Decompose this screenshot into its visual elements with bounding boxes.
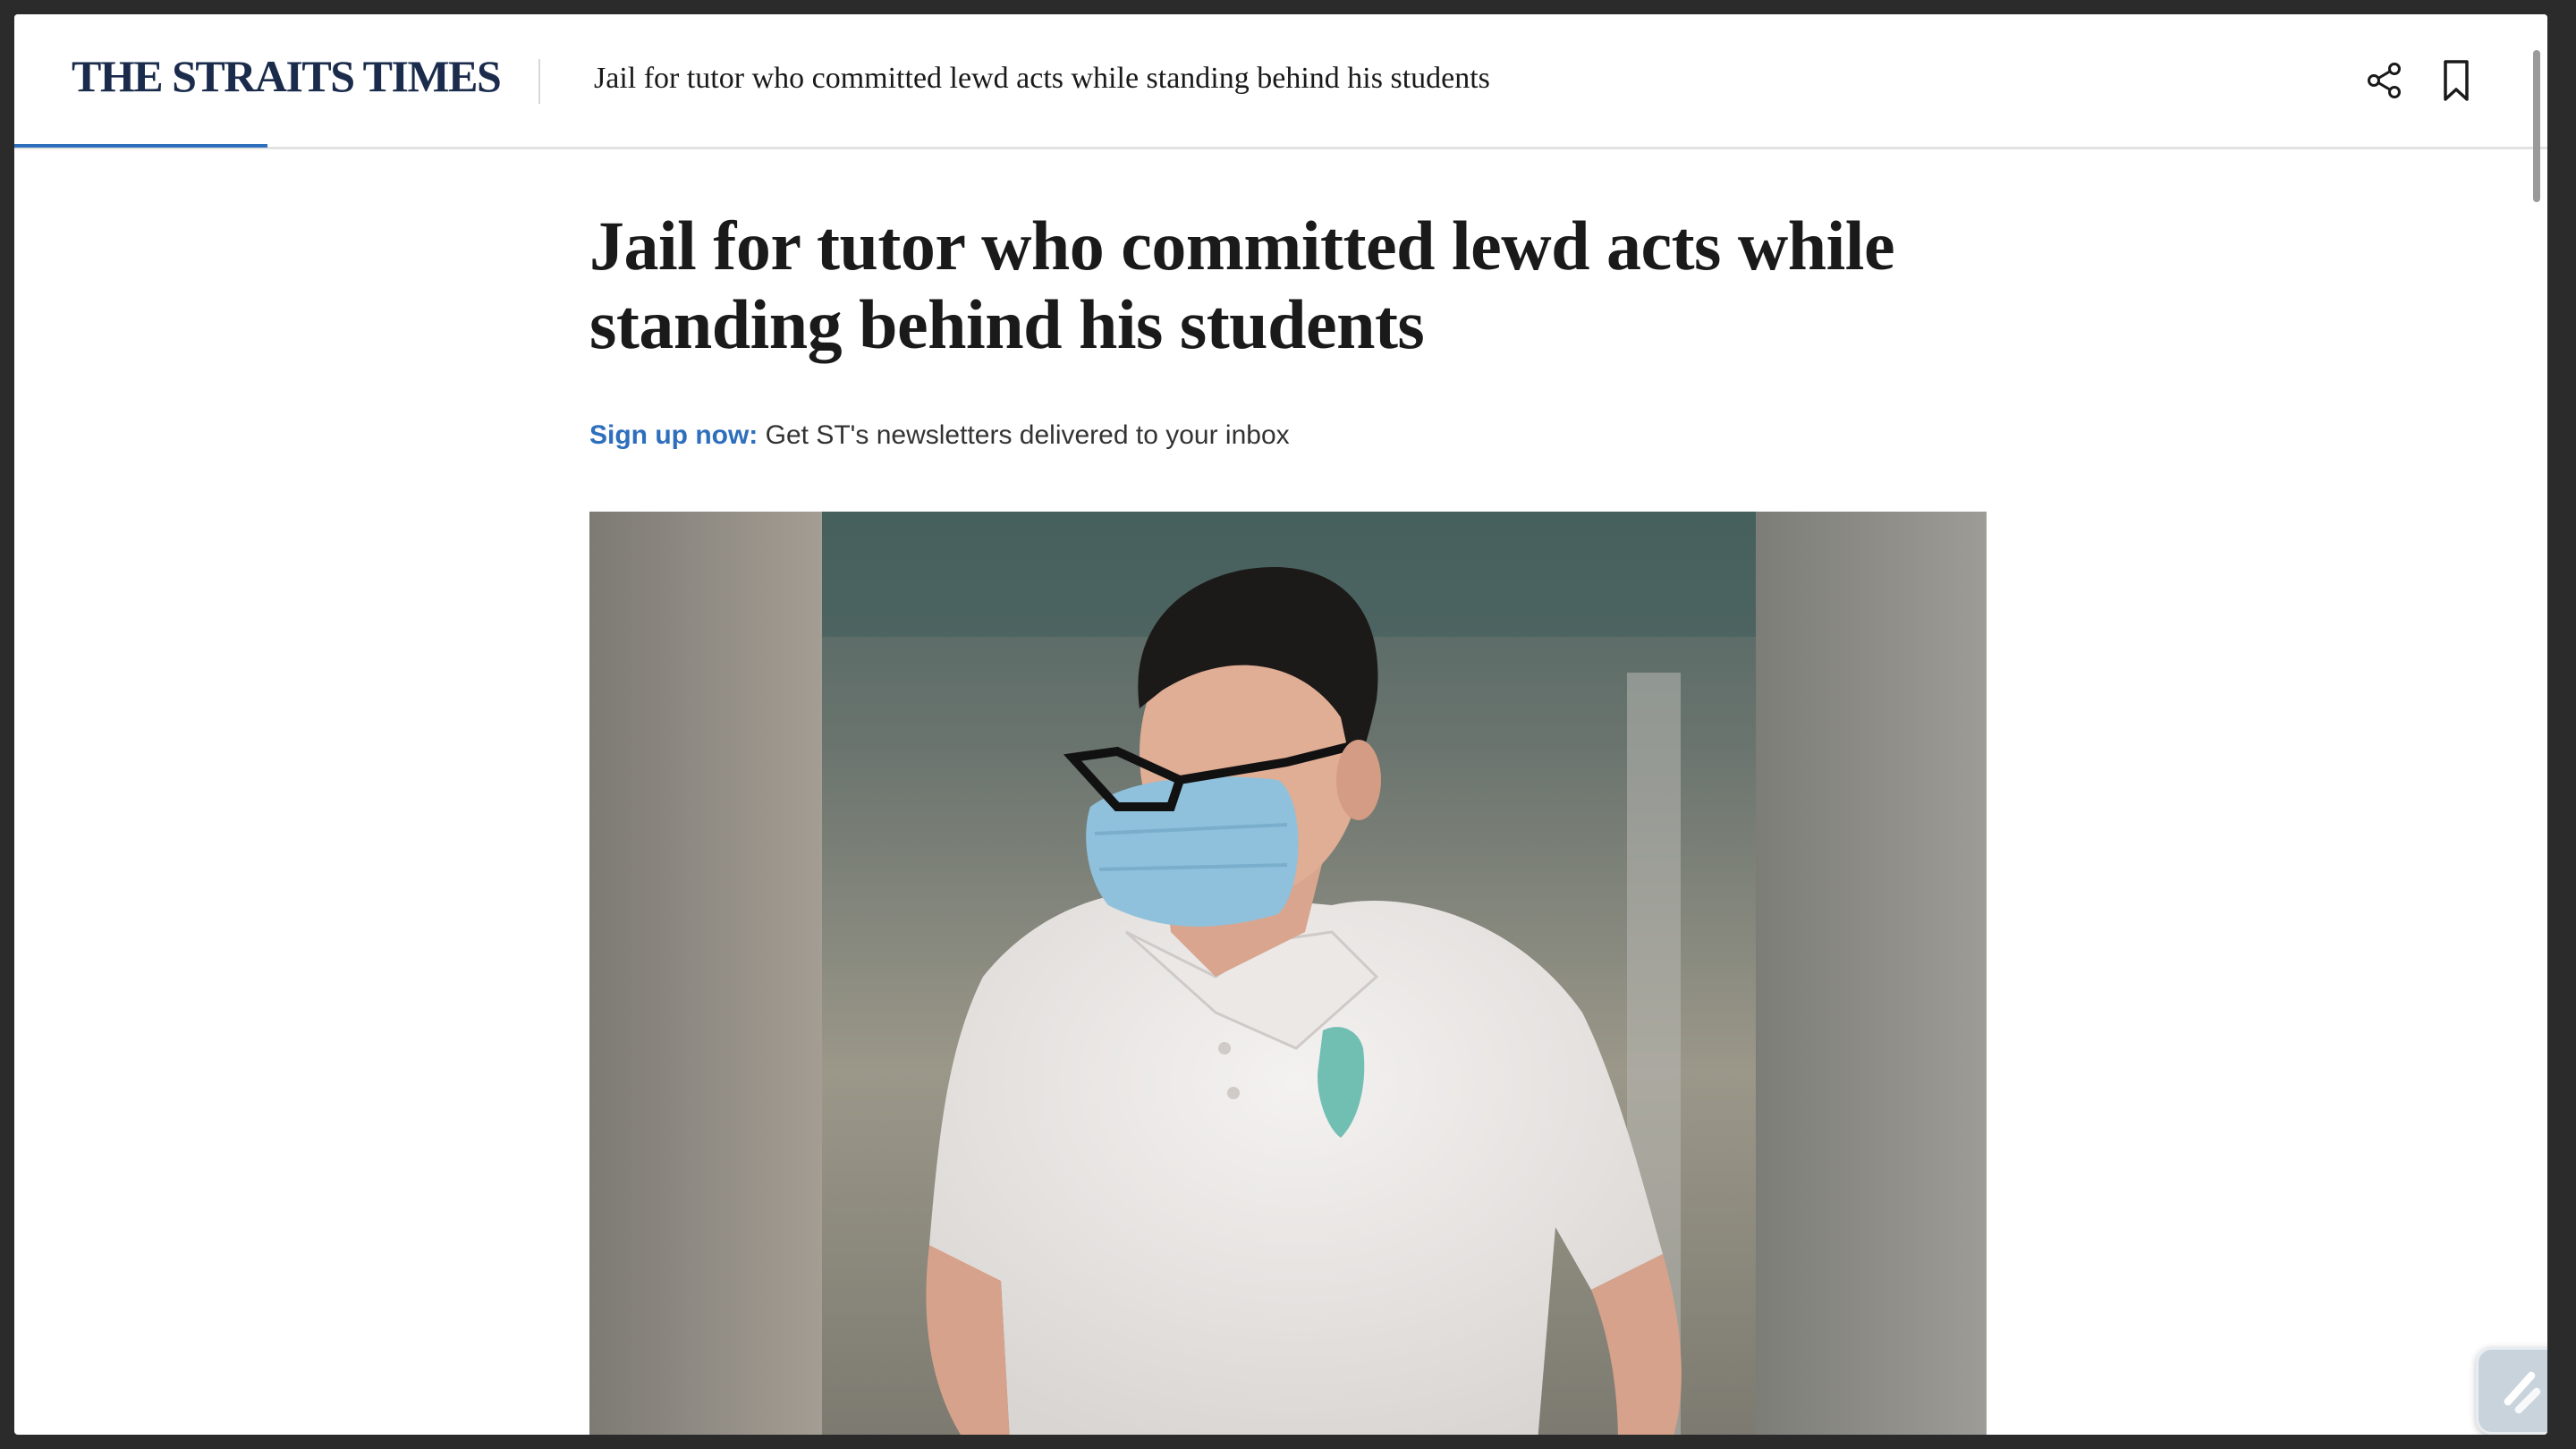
article-headline: Jail for tutor who committed lewd acts w…: [589, 207, 1895, 363]
newsletter-signup: Sign up now: Get ST's newsletters delive…: [589, 420, 1290, 451]
share-icon[interactable]: [2365, 61, 2404, 100]
browser-window: THE STRAITS TIMES Jail for tutor who com…: [14, 14, 2547, 1435]
slash-app-icon: [2504, 1371, 2541, 1414]
reading-progress-bar: [14, 144, 268, 148]
hero-photo: [589, 512, 1987, 1435]
header-article-title: Jail for tutor who committed lewd acts w…: [594, 62, 1490, 95]
floating-assistant-button[interactable]: [2476, 1347, 2547, 1435]
page-scrollbar[interactable]: [2533, 50, 2540, 202]
newsletter-signup-text: Get ST's newsletters delivered to your i…: [758, 420, 1290, 450]
site-logo[interactable]: THE STRAITS TIMES: [72, 54, 502, 98]
header-divider: [538, 59, 540, 104]
sticky-header: THE STRAITS TIMES Jail for tutor who com…: [14, 14, 2547, 149]
bookmark-icon[interactable]: [2438, 59, 2474, 102]
hero-image: [589, 512, 1987, 1435]
newsletter-signup-link[interactable]: Sign up now:: [589, 420, 758, 450]
